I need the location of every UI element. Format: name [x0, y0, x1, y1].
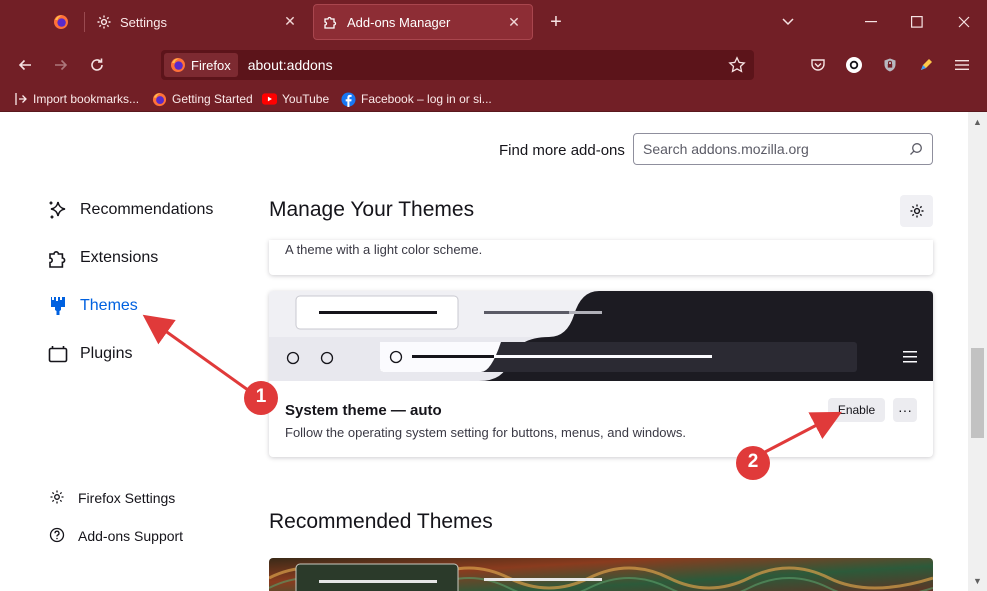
close-window-button[interactable] — [950, 8, 978, 36]
brush-icon — [47, 295, 69, 317]
tab-addons-manager[interactable]: Add-ons Manager ✕ — [313, 4, 533, 40]
youtube-icon — [262, 92, 277, 107]
bookmark-label: Facebook – log in or si... — [361, 92, 492, 106]
firefox-logo-icon — [152, 92, 167, 107]
firefox-logo-icon — [53, 14, 69, 30]
tab-label: Settings — [120, 14, 167, 30]
light-theme-card: A theme with a light color scheme. — [269, 240, 933, 275]
pen-extension-icon[interactable] — [912, 51, 940, 79]
system-theme-card: System theme — auto Follow the operating… — [269, 291, 933, 457]
tab-settings[interactable]: Settings ✕ — [86, 4, 308, 40]
import-icon — [13, 92, 28, 107]
help-icon — [49, 527, 65, 546]
page-title: Manage Your Themes — [269, 198, 475, 221]
section-title: Recommended Themes — [269, 510, 493, 533]
search-placeholder: Search addons.mozilla.org — [643, 141, 809, 157]
footer-label: Add-ons Support — [78, 528, 184, 544]
sidebar-item-recommendations[interactable]: Recommendations — [47, 197, 213, 223]
account-avatar-icon[interactable] — [840, 51, 868, 79]
bookmark-facebook[interactable]: Facebook – log in or si... — [341, 90, 492, 108]
reload-button[interactable] — [83, 51, 111, 79]
puzzle-icon — [47, 247, 69, 269]
bookmark-label: Import bookmarks... — [33, 92, 140, 106]
addons-page: Find more add-ons Search addons.mozilla.… — [0, 112, 968, 591]
gear-icon — [49, 489, 65, 508]
new-tab-button[interactable]: + — [542, 8, 570, 36]
footer-label: Firefox Settings — [78, 490, 176, 506]
url-bar[interactable]: Firefox about:addons — [161, 50, 754, 80]
maximize-button[interactable] — [903, 8, 931, 36]
tools-gear-button[interactable] — [900, 195, 933, 227]
list-all-tabs-icon[interactable] — [774, 8, 802, 36]
search-input[interactable]: Search addons.mozilla.org — [633, 133, 933, 165]
enable-button[interactable]: Enable — [828, 398, 885, 422]
theme-preview-image — [269, 291, 933, 381]
sparkle-icon — [47, 199, 69, 221]
sidebar-item-label: Themes — [80, 297, 138, 314]
search-icon — [910, 143, 922, 155]
tab-strip: Settings ✕ Add-ons Manager ✕ + — [0, 0, 987, 44]
bookmark-label: Getting Started — [172, 92, 253, 106]
back-button[interactable] — [11, 51, 39, 79]
minimize-button[interactable] — [857, 8, 885, 36]
tab-label: Add-ons Manager — [347, 14, 451, 30]
theme-description: A theme with a light color scheme. — [285, 242, 483, 257]
firefox-view-tab[interactable] — [40, 4, 82, 40]
gear-icon — [910, 204, 923, 218]
url-text[interactable]: about:addons — [248, 57, 333, 73]
close-tab-icon[interactable]: ✕ — [282, 13, 298, 29]
plug-icon — [47, 343, 69, 365]
bookmark-label: YouTube — [282, 92, 330, 106]
puzzle-icon — [323, 14, 339, 30]
sidebar-item-label: Plugins — [80, 345, 133, 362]
bookmark-youtube[interactable]: YouTube — [262, 90, 329, 108]
facebook-icon — [341, 91, 356, 107]
bookmark-import[interactable]: Import bookmarks... — [13, 90, 139, 108]
sidebar-item-label: Extensions — [80, 249, 159, 266]
page-scrollbar[interactable]: ▲ ▼ — [968, 112, 987, 591]
identity-label: Firefox — [191, 57, 231, 73]
find-more-label: Find more add-ons — [499, 142, 625, 159]
sidebar-item-themes[interactable]: Themes — [47, 293, 138, 319]
firefox-settings-link[interactable]: Firefox Settings — [49, 488, 175, 508]
scroll-down-arrow-icon[interactable]: ▼ — [968, 573, 987, 589]
scroll-up-arrow-icon[interactable]: ▲ — [968, 114, 987, 130]
close-tab-icon[interactable]: ✕ — [506, 14, 522, 30]
bookmarks-toolbar: Import bookmarks... Getting Started YouT… — [0, 86, 987, 112]
recommended-theme-card[interactable] — [269, 558, 933, 591]
bookmark-star-icon[interactable] — [726, 54, 748, 76]
scroll-thumb[interactable] — [971, 348, 984, 438]
identity-box[interactable]: Firefox — [164, 53, 238, 77]
addons-support-link[interactable]: Add-ons Support — [49, 526, 183, 546]
gear-icon — [96, 14, 112, 30]
firefox-logo-icon — [171, 58, 185, 72]
recommended-theme-preview — [269, 558, 933, 591]
theme-name: System theme — auto — [285, 402, 442, 419]
more-options-button[interactable]: ··· — [893, 398, 917, 422]
theme-description: Follow the operating system setting for … — [285, 425, 687, 440]
menu-icon[interactable] — [948, 51, 976, 79]
pocket-icon[interactable] — [804, 51, 832, 79]
sidebar-item-label: Recommendations — [80, 201, 214, 218]
bookmark-getting-started[interactable]: Getting Started — [152, 90, 253, 108]
sidebar-item-plugins[interactable]: Plugins — [47, 341, 132, 367]
sidebar-item-extensions[interactable]: Extensions — [47, 245, 158, 271]
forward-button[interactable] — [47, 51, 75, 79]
shield-extension-icon[interactable] — [876, 51, 904, 79]
